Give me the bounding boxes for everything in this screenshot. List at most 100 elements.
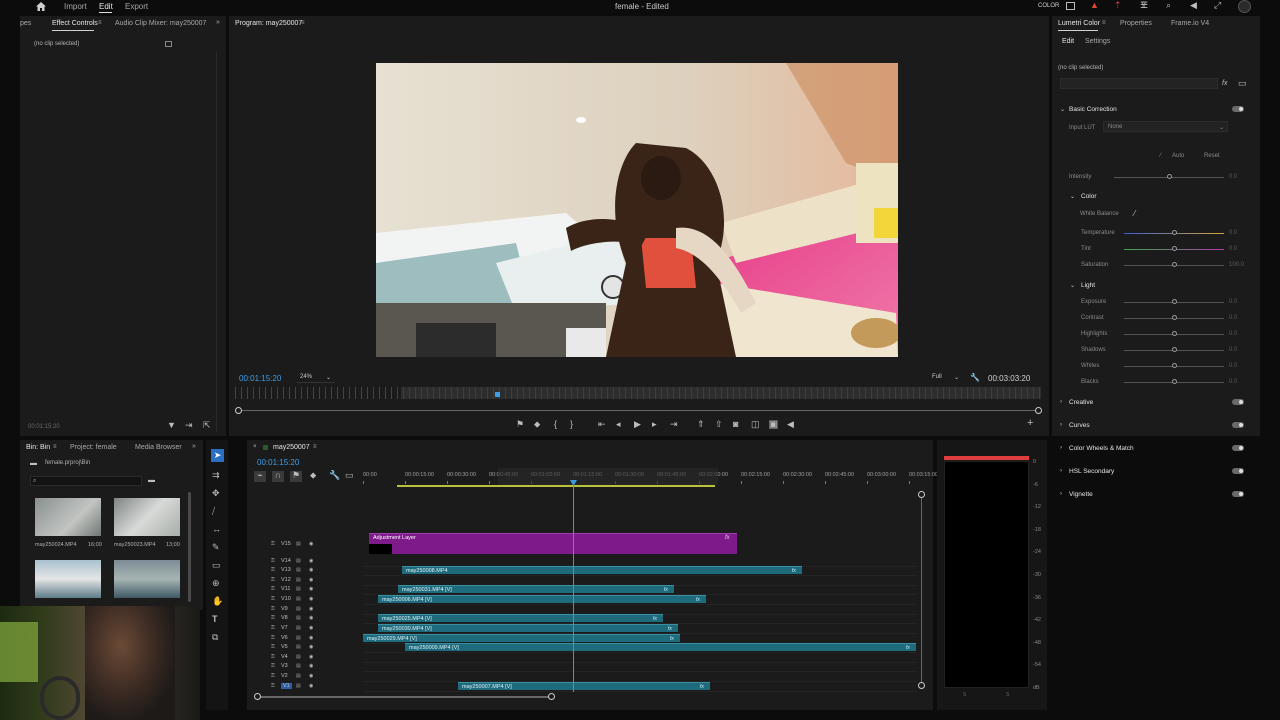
marker-icon[interactable]: ⬥ bbox=[310, 471, 316, 480]
panel-overflow-icon[interactable]: » bbox=[192, 443, 196, 450]
caption-icon[interactable]: ⧉ bbox=[212, 633, 218, 642]
transform-icon[interactable]: ⊕ bbox=[212, 579, 220, 588]
eye-icon[interactable]: ◉ bbox=[309, 625, 313, 631]
sync-icon[interactable]: ▤ bbox=[296, 596, 301, 602]
meter-solo-right[interactable]: S bbox=[1006, 692, 1009, 698]
track-label[interactable]: V10 bbox=[281, 596, 291, 602]
slider-value[interactable]: 0.0 bbox=[1229, 246, 1237, 252]
lock-icon[interactable]: ⚿ bbox=[271, 541, 275, 547]
menu-export[interactable]: Export bbox=[125, 2, 148, 11]
monitor-scrollbar[interactable] bbox=[238, 410, 1040, 411]
track-label[interactable]: V13 bbox=[281, 567, 291, 573]
bin-item-thumb[interactable] bbox=[114, 498, 180, 536]
wrench-icon[interactable]: 🔧 bbox=[970, 373, 980, 382]
overlay-icon[interactable]: ▣ bbox=[769, 420, 778, 429]
sync-icon[interactable]: ▤ bbox=[296, 606, 301, 612]
slider-value[interactable]: 0.0 bbox=[1229, 347, 1237, 353]
slider-value[interactable]: 0.0 bbox=[1229, 379, 1237, 385]
sync-icon[interactable]: ▤ bbox=[296, 683, 301, 689]
slip-icon[interactable]: ↔ bbox=[212, 525, 221, 534]
settings-list-icon[interactable]: ☰ bbox=[1140, 1, 1148, 10]
track-label[interactable]: V2 bbox=[281, 673, 288, 679]
slider-knob[interactable] bbox=[1172, 363, 1177, 368]
eye-icon[interactable]: ◉ bbox=[309, 644, 313, 650]
sync-icon[interactable]: ▤ bbox=[296, 654, 301, 660]
panel-overflow-icon[interactable]: » bbox=[216, 19, 220, 26]
ripple-edit-icon[interactable]: ✥ bbox=[212, 489, 220, 498]
eye-icon[interactable]: ◉ bbox=[309, 558, 313, 564]
lock-icon[interactable]: ⚿ bbox=[271, 606, 275, 612]
sync-icon[interactable]: ▤ bbox=[296, 541, 301, 547]
timeline-clip[interactable]: may250006.MP4 [V] fx bbox=[378, 595, 706, 603]
timeline-clip[interactable]: may250031.MP4 [V] fx bbox=[398, 585, 674, 593]
section-toggle[interactable] bbox=[1232, 468, 1244, 474]
section-header[interactable]: Vignette bbox=[1069, 491, 1093, 498]
track-label[interactable]: V6 bbox=[281, 635, 288, 641]
step-icon[interactable]: ⇥ bbox=[185, 421, 193, 430]
tab-menu-icon[interactable]: ≡ bbox=[301, 20, 305, 26]
slider-knob[interactable] bbox=[1172, 230, 1177, 235]
lock-icon[interactable]: ⚿ bbox=[271, 625, 275, 631]
fullscreen-icon[interactable]: ⤢ bbox=[1214, 1, 1221, 10]
tab-sequence[interactable]: may250007 bbox=[273, 444, 310, 451]
section-chevron-icon[interactable]: ⌄ bbox=[1060, 106, 1065, 113]
lock-icon[interactable]: ⚿ bbox=[271, 577, 275, 583]
track-label[interactable]: V12 bbox=[281, 577, 291, 583]
lock-icon[interactable]: ⚿ bbox=[271, 558, 275, 564]
section-toggle[interactable] bbox=[1232, 491, 1244, 497]
section-toggle[interactable] bbox=[1232, 445, 1244, 451]
volume-icon[interactable]: ◀ bbox=[787, 420, 794, 429]
expand-icon[interactable] bbox=[165, 41, 172, 47]
slider-knob[interactable] bbox=[1172, 262, 1177, 267]
mark-out-icon[interactable]: } bbox=[570, 420, 573, 429]
eye-icon[interactable]: ◉ bbox=[309, 596, 313, 602]
lock-icon[interactable]: ⚿ bbox=[271, 644, 275, 650]
eye-icon[interactable]: ◉ bbox=[309, 635, 313, 641]
add-marker-icon[interactable]: ⚑ bbox=[290, 471, 302, 482]
slider-value[interactable]: 0.0 bbox=[1229, 299, 1237, 305]
timeline-h-scrollbar[interactable] bbox=[257, 696, 553, 698]
add-button-icon[interactable]: + bbox=[1027, 418, 1033, 429]
tab-menu-icon[interactable]: ≡ bbox=[53, 444, 57, 450]
track-label[interactable]: V8 bbox=[281, 615, 288, 621]
caption-track-icon[interactable]: ▭ bbox=[345, 471, 354, 480]
play-icon[interactable]: ▶ bbox=[634, 420, 641, 429]
search-icon[interactable]: ⌕ bbox=[1166, 1, 1171, 10]
slider-knob[interactable] bbox=[1172, 379, 1177, 384]
section-header[interactable]: Color Wheels & Match bbox=[1069, 445, 1134, 452]
slider-value[interactable]: 0.0 bbox=[1229, 230, 1237, 236]
lock-icon[interactable]: ⚿ bbox=[271, 663, 275, 669]
slider-value[interactable]: 100.0 bbox=[1229, 262, 1244, 268]
camera-icon[interactable]: ◙ bbox=[733, 420, 738, 429]
eye-icon[interactable]: ◉ bbox=[309, 541, 313, 547]
clip-select[interactable] bbox=[1060, 78, 1218, 89]
work-area-bar[interactable] bbox=[397, 485, 715, 487]
eye-icon[interactable]: ◉ bbox=[309, 577, 313, 583]
timeline-playhead[interactable] bbox=[573, 480, 574, 692]
timeline-clip[interactable]: may250029.MP4 [V] fx bbox=[363, 634, 680, 642]
tab-properties[interactable]: Properties bbox=[1120, 20, 1152, 27]
basic-correction-toggle[interactable] bbox=[1232, 106, 1244, 112]
v-scroll-bottom[interactable] bbox=[918, 682, 925, 689]
tab-audio-clip-mixer[interactable]: Audio Clip Mixer: may250007 bbox=[115, 20, 206, 27]
light-header[interactable]: Light bbox=[1081, 282, 1095, 289]
zoom-select[interactable]: 24% ⌄ bbox=[297, 372, 335, 383]
section-header[interactable]: HSL Secondary bbox=[1069, 468, 1114, 475]
extract-icon[interactable]: ⇧ bbox=[715, 420, 723, 429]
intensity-value[interactable]: 0.0 bbox=[1229, 174, 1237, 180]
scroll-handle-right[interactable] bbox=[1035, 407, 1042, 414]
tab-media-browser[interactable]: Media Browser bbox=[135, 444, 182, 451]
timeline-clip[interactable]: may250030.MP4 [V] fx bbox=[378, 624, 678, 632]
section-chevron-icon[interactable]: › bbox=[1060, 468, 1062, 474]
track-label[interactable]: V7 bbox=[281, 625, 288, 631]
compare-icon[interactable]: ◫ bbox=[751, 420, 760, 429]
input-lut-select[interactable]: None ⌄ bbox=[1103, 121, 1228, 132]
color-header[interactable]: Color bbox=[1081, 193, 1097, 200]
track-label[interactable]: V1 bbox=[281, 683, 292, 689]
lock-icon[interactable]: ⚿ bbox=[271, 683, 275, 689]
timeline-clip[interactable]: may250025.MP4 [V] fx bbox=[378, 614, 663, 622]
sync-icon[interactable]: ▤ bbox=[296, 673, 301, 679]
wrench-icon[interactable]: 🔧 bbox=[329, 471, 340, 480]
eye-icon[interactable]: ◉ bbox=[309, 606, 313, 612]
alert-icon[interactable]: ▲ bbox=[1090, 1, 1099, 10]
